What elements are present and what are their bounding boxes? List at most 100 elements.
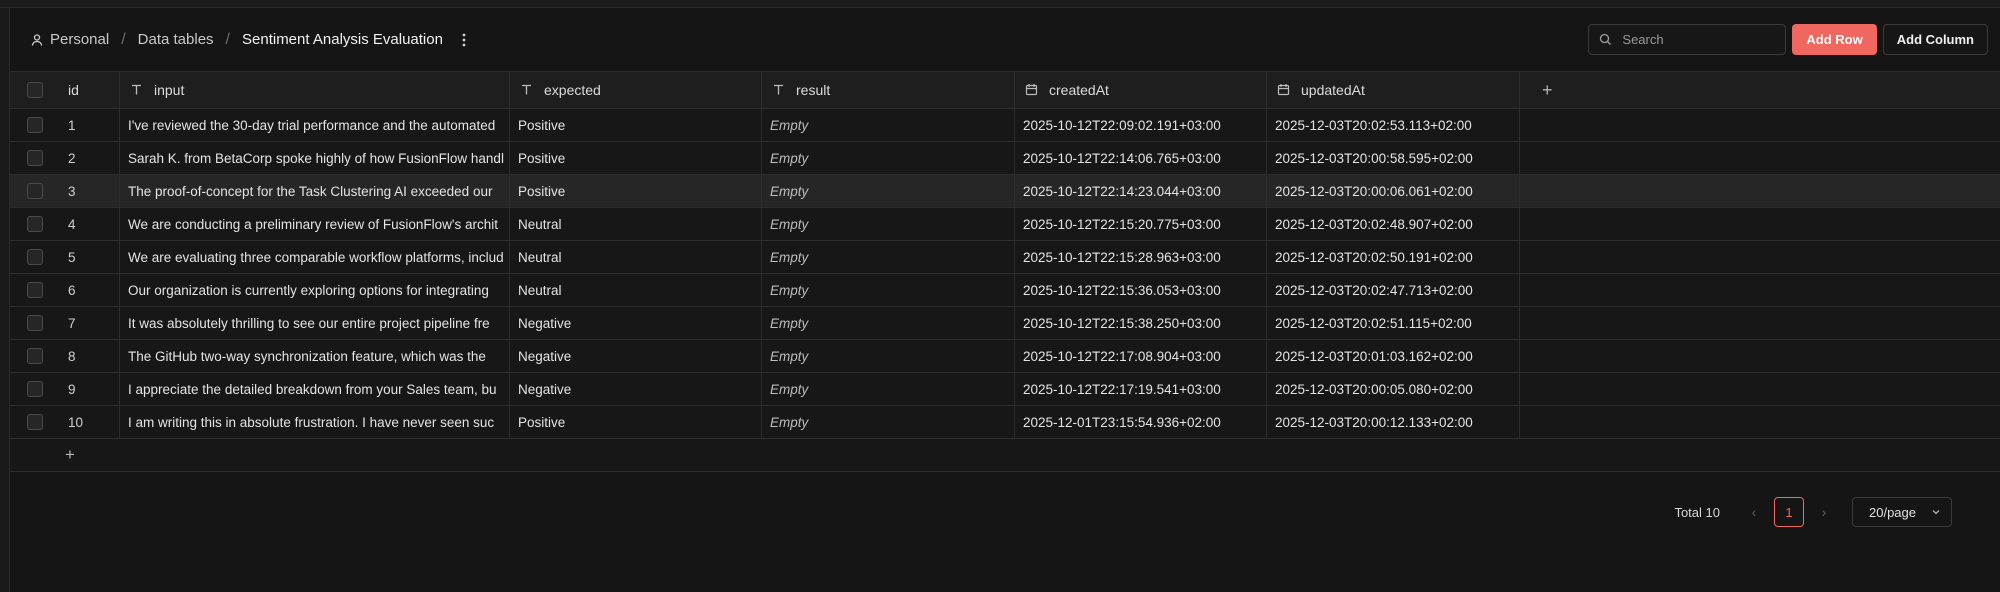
- cell-id[interactable]: 4: [60, 208, 120, 240]
- cell-createdat[interactable]: 2025-10-12T22:14:23.044+03:00: [1015, 175, 1267, 207]
- column-header-input[interactable]: input: [120, 72, 510, 108]
- cell-createdat[interactable]: 2025-10-12T22:15:38.250+03:00: [1015, 307, 1267, 339]
- prev-page-icon[interactable]: ‹: [1746, 504, 1762, 520]
- cell-result[interactable]: Empty: [762, 109, 1015, 141]
- table-row[interactable]: 6 Our organization is currently exploring…: [10, 274, 2000, 307]
- cell-expected[interactable]: Negative: [510, 373, 762, 405]
- table-row[interactable]: 4 We are conducting a preliminary review …: [10, 208, 2000, 241]
- row-checkbox[interactable]: [27, 348, 43, 364]
- cell-input[interactable]: Sarah K. from BetaCorp spoke highly of h…: [120, 142, 510, 174]
- cell-expected[interactable]: Neutral: [510, 241, 762, 273]
- cell-id[interactable]: 1: [60, 109, 120, 141]
- cell-input[interactable]: We are evaluating three comparable workf…: [120, 241, 510, 273]
- row-checkbox[interactable]: [27, 315, 43, 331]
- column-header-expected[interactable]: expected: [510, 72, 762, 108]
- cell-createdat[interactable]: 2025-12-01T23:15:54.936+02:00: [1015, 406, 1267, 438]
- cell-result[interactable]: Empty: [762, 307, 1015, 339]
- cell-createdat[interactable]: 2025-10-12T22:14:06.765+03:00: [1015, 142, 1267, 174]
- row-checkbox[interactable]: [27, 183, 43, 199]
- cell-expected[interactable]: Negative: [510, 307, 762, 339]
- cell-id[interactable]: 5: [60, 241, 120, 273]
- row-checkbox[interactable]: [27, 249, 43, 265]
- cell-result[interactable]: Empty: [762, 208, 1015, 240]
- row-checkbox[interactable]: [27, 414, 43, 430]
- cell-result[interactable]: Empty: [762, 274, 1015, 306]
- search-input[interactable]: [1622, 32, 1799, 47]
- cell-expected[interactable]: Positive: [510, 142, 762, 174]
- table-row[interactable]: 8 The GitHub two-way synchronization feat…: [10, 340, 2000, 373]
- add-row-button[interactable]: Add Row: [1792, 24, 1877, 55]
- cell-updatedat[interactable]: 2025-12-03T20:02:50.191+02:00: [1267, 241, 1520, 273]
- cell-createdat[interactable]: 2025-10-12T22:15:28.963+03:00: [1015, 241, 1267, 273]
- column-header-createdat[interactable]: createdAt: [1015, 72, 1267, 108]
- cell-input[interactable]: I've reviewed the 30-day trial performan…: [120, 109, 510, 141]
- table-row[interactable]: 1 I've reviewed the 30-day trial performa…: [10, 109, 2000, 142]
- cell-input[interactable]: I appreciate the detailed breakdown from…: [120, 373, 510, 405]
- cell-input[interactable]: The proof-of-concept for the Task Cluste…: [120, 175, 510, 207]
- table-row[interactable]: 5 We are evaluating three comparable work…: [10, 241, 2000, 274]
- cell-createdat[interactable]: 2025-10-12T22:15:20.775+03:00: [1015, 208, 1267, 240]
- cell-id[interactable]: 3: [60, 175, 120, 207]
- cell-result[interactable]: Empty: [762, 373, 1015, 405]
- cell-input[interactable]: It was absolutely thrilling to see our e…: [120, 307, 510, 339]
- cell-createdat[interactable]: 2025-10-12T22:17:08.904+03:00: [1015, 340, 1267, 372]
- cell-input[interactable]: We are conducting a preliminary review o…: [120, 208, 510, 240]
- next-page-icon[interactable]: ›: [1816, 504, 1832, 520]
- cell-updatedat[interactable]: 2025-12-03T20:02:47.713+02:00: [1267, 274, 1520, 306]
- table-row[interactable]: 10 I am writing this in absolute frustrat…: [10, 406, 2000, 439]
- cell-createdat[interactable]: 2025-10-12T22:09:02.191+03:00: [1015, 109, 1267, 141]
- row-checkbox[interactable]: [27, 117, 43, 133]
- cell-updatedat[interactable]: 2025-12-03T20:00:06.061+02:00: [1267, 175, 1520, 207]
- cell-createdat[interactable]: 2025-10-12T22:15:36.053+03:00: [1015, 274, 1267, 306]
- cell-id[interactable]: 7: [60, 307, 120, 339]
- cell-updatedat[interactable]: 2025-12-03T20:00:05.080+02:00: [1267, 373, 1520, 405]
- cell-id[interactable]: 6: [60, 274, 120, 306]
- cell-result[interactable]: Empty: [762, 142, 1015, 174]
- cell-expected[interactable]: Negative: [510, 340, 762, 372]
- select-all-checkbox[interactable]: [27, 82, 43, 98]
- cell-result[interactable]: Empty: [762, 241, 1015, 273]
- cell-expected[interactable]: Neutral: [510, 274, 762, 306]
- page-button-current[interactable]: 1: [1774, 497, 1804, 527]
- cell-result[interactable]: Empty: [762, 175, 1015, 207]
- cell-input[interactable]: The GitHub two-way synchronization featu…: [120, 340, 510, 372]
- add-column-button[interactable]: Add Column: [1882, 24, 1988, 55]
- row-checkbox[interactable]: [27, 150, 43, 166]
- cell-updatedat[interactable]: 2025-12-03T20:01:03.162+02:00: [1267, 340, 1520, 372]
- column-header-id[interactable]: id: [60, 72, 120, 108]
- cell-result[interactable]: Empty: [762, 340, 1015, 372]
- cell-id[interactable]: 8: [60, 340, 120, 372]
- column-header-updatedat[interactable]: updatedAt: [1267, 72, 1520, 108]
- cell-id[interactable]: 2: [60, 142, 120, 174]
- add-column-plus-icon[interactable]: +: [1542, 81, 1553, 99]
- row-checkbox[interactable]: [27, 381, 43, 397]
- pagination: Total 10 ‹ 1 › 20/page: [1674, 497, 1952, 527]
- table-row[interactable]: 7 It was absolutely thrilling to see our …: [10, 307, 2000, 340]
- column-header-result[interactable]: result: [762, 72, 1015, 108]
- cell-expected[interactable]: Positive: [510, 406, 762, 438]
- more-options-icon[interactable]: [457, 31, 471, 49]
- cell-updatedat[interactable]: 2025-12-03T20:00:12.133+02:00: [1267, 406, 1520, 438]
- cell-updatedat[interactable]: 2025-12-03T20:02:48.907+02:00: [1267, 208, 1520, 240]
- cell-updatedat[interactable]: 2025-12-03T20:02:51.115+02:00: [1267, 307, 1520, 339]
- add-row-plus-icon[interactable]: +: [65, 445, 75, 465]
- page-size-select[interactable]: 20/page: [1852, 497, 1952, 527]
- breadcrumb-personal[interactable]: Personal: [50, 31, 109, 48]
- cell-createdat[interactable]: 2025-10-12T22:17:19.541+03:00: [1015, 373, 1267, 405]
- cell-input[interactable]: I am writing this in absolute frustratio…: [120, 406, 510, 438]
- cell-input[interactable]: Our organization is currently exploring …: [120, 274, 510, 306]
- cell-id[interactable]: 9: [60, 373, 120, 405]
- cell-updatedat[interactable]: 2025-12-03T20:00:58.595+02:00: [1267, 142, 1520, 174]
- cell-updatedat[interactable]: 2025-12-03T20:02:53.113+02:00: [1267, 109, 1520, 141]
- cell-expected[interactable]: Positive: [510, 109, 762, 141]
- row-checkbox[interactable]: [27, 216, 43, 232]
- cell-id[interactable]: 10: [60, 406, 120, 438]
- table-row[interactable]: 2 Sarah K. from BetaCorp spoke highly of …: [10, 142, 2000, 175]
- table-row[interactable]: 3 The proof-of-concept for the Task Clust…: [10, 175, 2000, 208]
- cell-expected[interactable]: Positive: [510, 175, 762, 207]
- table-row[interactable]: 9 I appreciate the detailed breakdown fro…: [10, 373, 2000, 406]
- breadcrumb-data-tables[interactable]: Data tables: [138, 31, 214, 48]
- row-checkbox[interactable]: [27, 282, 43, 298]
- cell-result[interactable]: Empty: [762, 406, 1015, 438]
- cell-expected[interactable]: Neutral: [510, 208, 762, 240]
